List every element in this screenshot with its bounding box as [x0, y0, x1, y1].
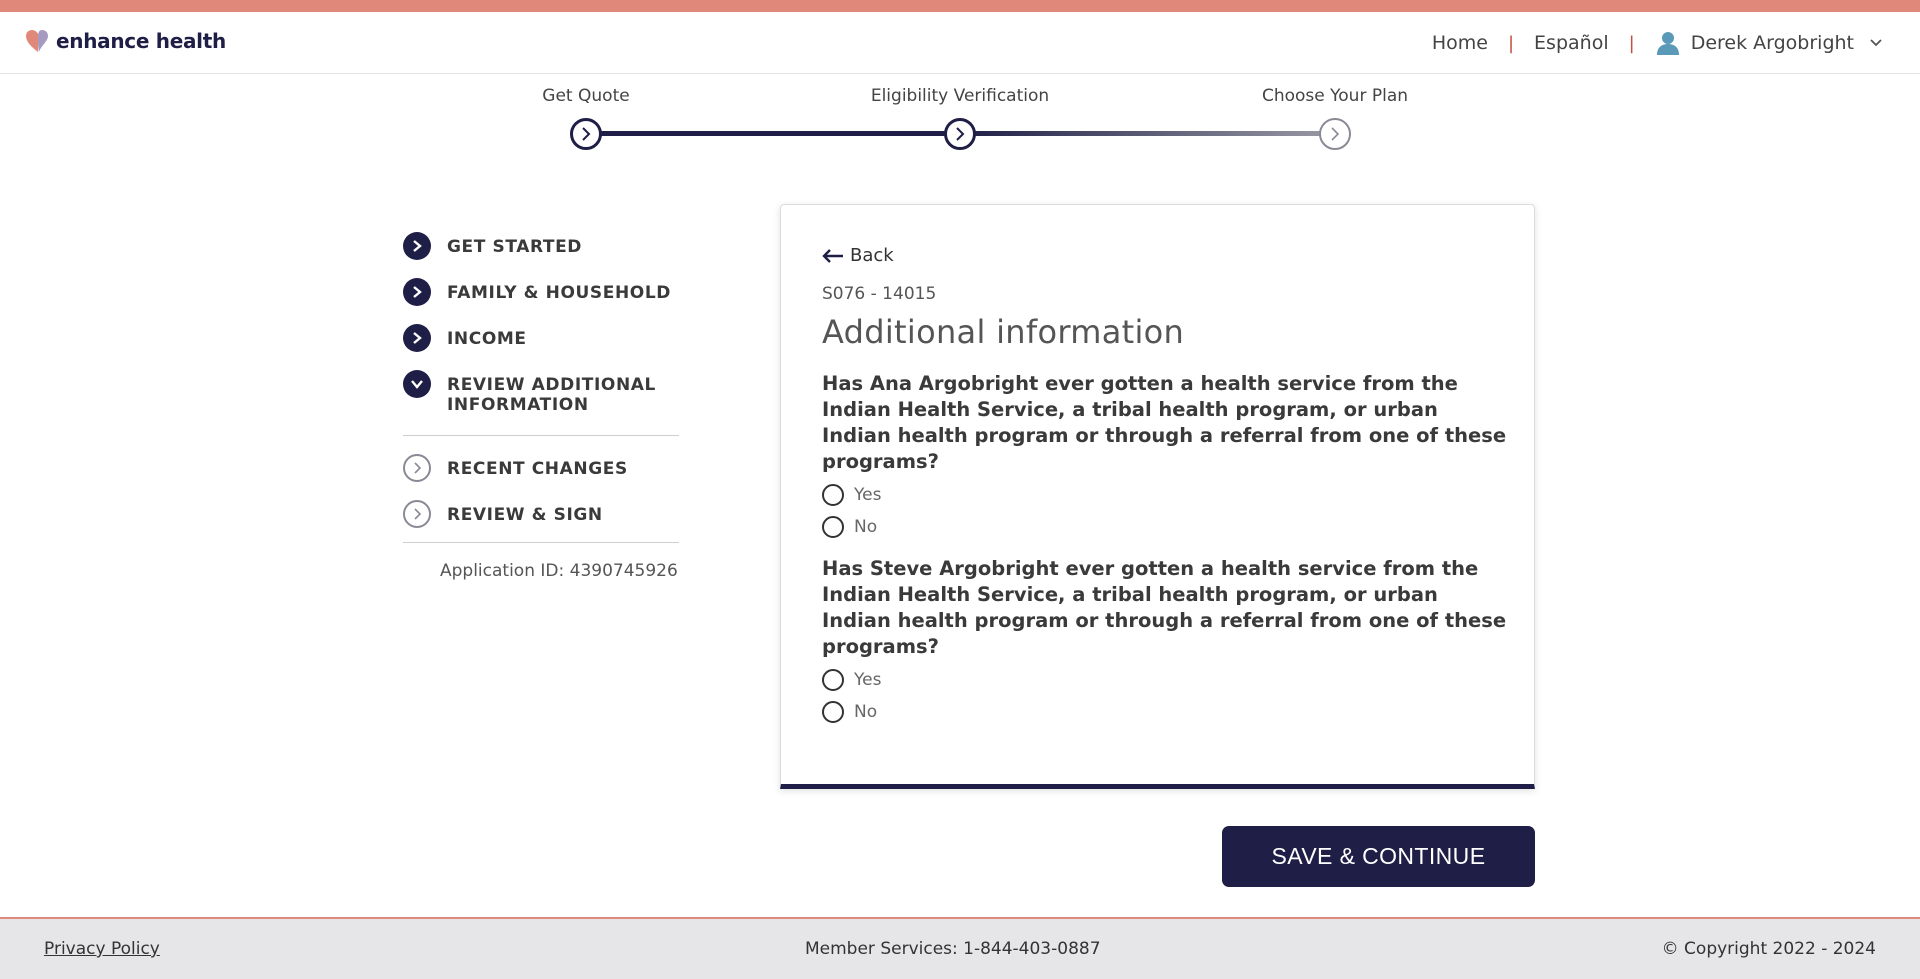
chevron-right-icon [403, 324, 431, 352]
arrow-left-icon [822, 248, 843, 263]
chevron-right-icon [403, 278, 431, 306]
radio-button[interactable] [822, 516, 844, 538]
application-id: Application ID: 4390745926 [440, 561, 678, 581]
sidebar-item-label: RECENT CHANGES [447, 459, 628, 479]
chevron-right-icon [403, 232, 431, 260]
user-icon [1656, 32, 1679, 55]
radio-ana-yes[interactable]: Yes [822, 484, 881, 506]
nav-home-link[interactable]: Home [1432, 32, 1488, 54]
logo[interactable]: enhance health [24, 28, 226, 54]
sidebar-divider [403, 435, 679, 436]
question-steve: Has Steve Argobright ever gotten a healt… [822, 557, 1507, 658]
additional-info-card: Back S076 - 14015 Additional information… [780, 204, 1535, 789]
logo-text: enhance health [56, 29, 226, 53]
user-menu[interactable]: Derek Argobright [1655, 30, 1884, 56]
radio-ana-no[interactable]: No [822, 516, 877, 538]
chevron-right-icon [582, 127, 591, 141]
sidebar-item-label: REVIEW ADDITIONAL INFORMATION [447, 375, 656, 415]
chevron-down-icon [403, 370, 431, 398]
step-choose-plan-marker [1319, 118, 1351, 150]
page-title: Additional information [822, 313, 1185, 351]
heart-logo-icon [26, 30, 48, 52]
chevron-right-icon [956, 127, 965, 141]
back-link[interactable]: Back [822, 245, 894, 266]
step-label-choose-plan: Choose Your Plan [1261, 86, 1409, 106]
sidebar-item-family-household[interactable]: FAMILY & HOUSEHOLD [403, 278, 693, 306]
radio-steve-no[interactable]: No [822, 701, 877, 723]
privacy-policy-link[interactable]: Privacy Policy [44, 939, 160, 959]
member-services: Member Services: 1-844-403-0887 [805, 939, 1101, 959]
save-continue-button[interactable]: SAVE & CONTINUE [1222, 826, 1535, 887]
step-eligibility-marker[interactable] [944, 118, 976, 150]
section-sidebar: GET STARTED FAMILY & HOUSEHOLD INCOME RE… [403, 232, 693, 581]
progress-line-upcoming [960, 131, 1335, 136]
radio-button[interactable] [822, 484, 844, 506]
back-label: Back [850, 245, 894, 266]
sidebar-item-label: REVIEW & SIGN [447, 505, 603, 525]
top-accent-stripe [0, 0, 1920, 12]
step-label-get-quote: Get Quote [542, 86, 630, 106]
chevron-right-icon [1331, 127, 1340, 141]
step-get-quote-marker[interactable] [570, 118, 602, 150]
site-footer: Privacy Policy Member Services: 1-844-40… [0, 917, 1920, 979]
sidebar-item-label: INCOME [447, 329, 527, 349]
form-code: S076 - 14015 [822, 284, 937, 304]
nav-separator: | [1628, 32, 1635, 54]
radio-label: Yes [854, 670, 882, 690]
radio-label: No [854, 702, 878, 722]
chevron-down-icon [1870, 39, 1882, 47]
site-header: enhance health Home | Español | Derek Ar… [0, 12, 1920, 74]
sidebar-item-label: GET STARTED [447, 237, 583, 257]
chevron-right-icon [403, 500, 431, 528]
radio-button[interactable] [822, 669, 844, 691]
radio-label: Yes [854, 485, 882, 505]
user-name: Derek Argobright [1690, 32, 1854, 54]
nav-separator: | [1507, 32, 1515, 54]
sidebar-item-label: FAMILY & HOUSEHOLD [447, 283, 671, 303]
step-label-eligibility: Eligibility Verification [870, 86, 1050, 106]
sidebar-divider [403, 542, 679, 543]
progress-tracker: Get Quote Eligibility Verification Choos… [0, 74, 1920, 154]
sidebar-item-review-additional-information[interactable]: REVIEW ADDITIONAL INFORMATION [403, 370, 693, 415]
radio-label: No [854, 517, 878, 537]
question-ana: Has Ana Argobright ever gotten a health … [822, 372, 1507, 473]
sidebar-item-recent-changes: RECENT CHANGES [403, 454, 693, 482]
nav-language-link[interactable]: Español [1534, 32, 1609, 54]
radio-steve-yes[interactable]: Yes [822, 669, 881, 691]
radio-button[interactable] [822, 701, 844, 723]
sidebar-item-income[interactable]: INCOME [403, 324, 693, 352]
top-nav: Home | Español | Derek Argobright [1432, 30, 1884, 56]
progress-line-complete [586, 131, 960, 136]
chevron-right-icon [403, 454, 431, 482]
sidebar-item-review-sign: REVIEW & SIGN [403, 500, 693, 528]
copyright: © Copyright 2022 - 2024 [1661, 939, 1876, 959]
sidebar-item-get-started[interactable]: GET STARTED [403, 232, 693, 260]
